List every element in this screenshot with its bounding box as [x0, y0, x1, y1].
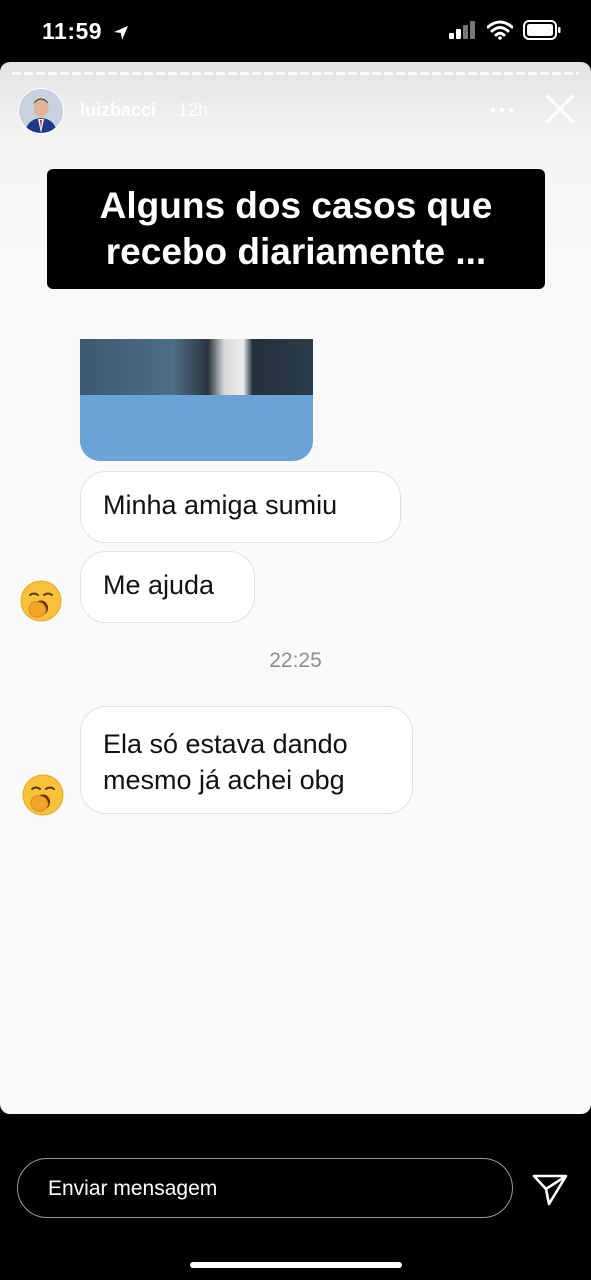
close-icon[interactable] [543, 92, 577, 126]
signal-icon [449, 21, 475, 39]
more-options-icon[interactable] [489, 102, 515, 118]
caption-line-2: recebo diariamente ... [105, 231, 487, 272]
story-time-ago: 12h [178, 100, 209, 120]
home-indicator [190, 1262, 402, 1268]
message-bubble: Ela só estava dando mesmo já achei obg [80, 706, 413, 814]
status-icons [449, 20, 561, 40]
battery-icon [523, 20, 561, 40]
message-text-line-1: Ela só estava dando [103, 729, 348, 759]
wifi-icon [487, 20, 513, 40]
reply-input[interactable]: Enviar mensagem [17, 1158, 513, 1218]
profile-photo-icon [19, 89, 63, 133]
reply-placeholder: Enviar mensagem [48, 1177, 218, 1200]
caption-line-1: Alguns dos casos que [99, 185, 493, 226]
avatar[interactable] [18, 88, 64, 134]
message-text: Me ajuda [103, 570, 215, 600]
story-viewer[interactable]: luizbacci 12h Alguns dos casos que receb… [0, 62, 591, 1114]
send-icon[interactable] [531, 1170, 569, 1208]
clock-text: 11:59 [42, 18, 103, 44]
status-time: 11:59 [42, 18, 129, 45]
message-bubble: Minha amiga sumiu [80, 471, 401, 543]
story-caption: Alguns dos casos que recebo diariamente … [47, 169, 545, 289]
message-timestamp: 22:25 [269, 649, 322, 672]
status-bar: 11:59 [0, 0, 591, 62]
message-text-line-2: mesmo já achei obg [103, 765, 345, 795]
message-text: Minha amiga sumiu [103, 490, 338, 520]
story-progress-bar [12, 72, 579, 75]
yawning-face-icon [22, 774, 64, 816]
photo-thumbnail [80, 339, 313, 395]
story-username[interactable]: luizbacci [80, 100, 156, 121]
story-header: luizbacci 12h [18, 88, 577, 134]
location-arrow-icon [113, 25, 128, 40]
shared-photo [80, 339, 313, 461]
message-bubble: Me ajuda [80, 551, 255, 623]
yawning-face-icon [20, 580, 62, 622]
